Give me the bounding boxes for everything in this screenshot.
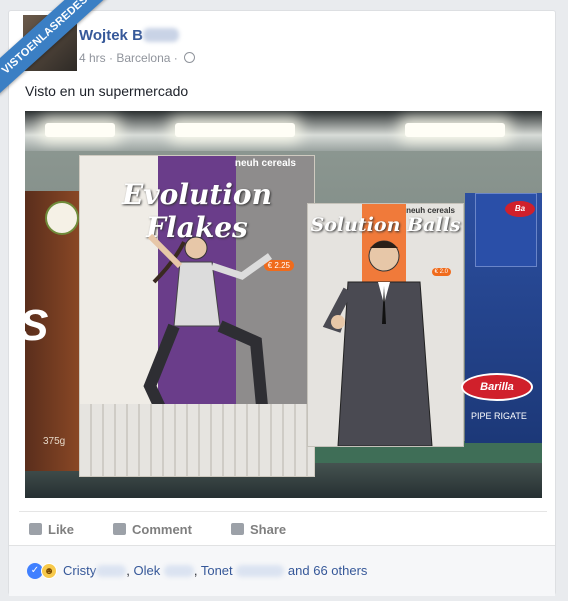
reactor-name[interactable]: Tonet — [201, 563, 233, 578]
share-button[interactable]: Share — [231, 522, 286, 537]
barilla-label: PIPE RIGATE — [471, 411, 527, 421]
comment-label: Comment — [132, 522, 192, 537]
action-bar: Like Comment Share — [19, 511, 547, 546]
post-text: Visto en un supermercado — [25, 83, 189, 99]
name-comma: , — [126, 563, 130, 578]
redacted-blur — [163, 565, 194, 577]
haha-reaction-icon[interactable]: ☻ — [41, 563, 57, 579]
post-card: Wojtek B 4 hrs · Barcelona · Visto en un… — [8, 10, 556, 596]
reactor-name[interactable]: Cristy — [63, 563, 96, 578]
post-meta: 4 hrs · Barcelona · — [79, 51, 196, 65]
author-name-text[interactable]: Wojtek B — [79, 27, 143, 44]
barilla-logo: Barilla — [461, 373, 533, 401]
like-button[interactable]: Like — [29, 522, 74, 537]
reaction-names: Cristy, Olek , Tonet and 66 others — [63, 563, 367, 578]
share-arrow-icon — [231, 523, 244, 535]
thumbs-up-icon — [29, 523, 42, 535]
crowd-drawing — [80, 404, 314, 476]
author-name[interactable]: Wojtek B — [79, 27, 179, 44]
suited-man-illustration — [322, 240, 433, 446]
meta-separator: · — [109, 51, 114, 65]
solution-balls-box: neuh cereals Solution Balls € 2.0 — [307, 203, 464, 447]
reactor-name[interactable]: Olek — [133, 563, 160, 578]
comment-button[interactable]: Comment — [113, 522, 192, 537]
evolution-flakes-box: neuh cereals Evolution Flakes € 2.25 — [79, 155, 315, 477]
left-box-letter: S — [25, 301, 48, 351]
ceiling-light — [175, 123, 295, 137]
name-comma: , — [193, 563, 198, 578]
ceiling-light — [45, 123, 115, 137]
meta-separator: · — [173, 51, 178, 65]
comment-icon — [113, 523, 126, 535]
share-label: Share — [250, 522, 287, 537]
redacted-blur — [236, 565, 285, 577]
post-photo[interactable]: S 375g neuh cereals Evolution Flakes € 2… — [25, 111, 542, 498]
redacted-blur — [142, 28, 179, 42]
like-label: Like — [48, 522, 75, 537]
redacted-blur — [96, 565, 127, 577]
left-cereal-box: S 375g — [25, 191, 85, 471]
left-box-weight: 375g — [43, 436, 66, 447]
post-location[interactable]: Barcelona — [116, 51, 170, 65]
barilla-top-logo: Ba — [505, 201, 535, 217]
barilla-box: Ba Barilla PIPE RIGATE — [461, 193, 542, 443]
globe-icon[interactable] — [184, 52, 196, 63]
wheat-icon — [45, 201, 79, 235]
ceiling-light — [405, 123, 505, 137]
reactions-bar: ✓ ☻ Cristy, Olek , Tonet and 66 others — [9, 545, 555, 596]
post-time[interactable]: 4 hrs — [79, 51, 106, 65]
others-link[interactable]: and 66 others — [288, 563, 368, 578]
